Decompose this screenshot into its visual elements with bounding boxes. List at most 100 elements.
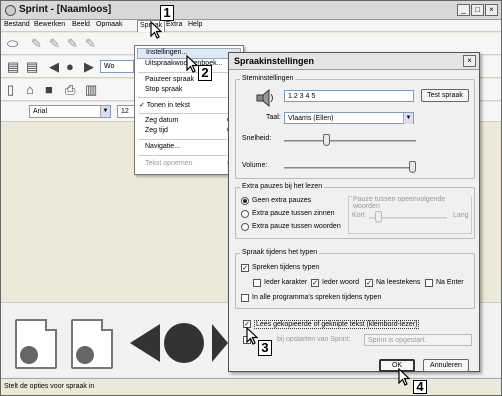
pause-group: Extra pauzes bij het lezen Geen extra pa… (235, 183, 475, 239)
step-marker-4: 4 (413, 380, 427, 394)
play-icon[interactable]: ● (66, 60, 74, 74)
menu-beeld[interactable]: Beeld (72, 21, 90, 28)
voice-settings-group: Steminstellingen 1 2 3 4 5 Test spraak T… (235, 75, 475, 179)
check-speak-typing[interactable]: ✓ (241, 264, 249, 272)
menu-opmaak[interactable]: Opmaak (96, 21, 122, 28)
check-each-letter-label: Ieder karakter (264, 279, 308, 286)
group-title: Extra pauzes bij het lezen (240, 183, 325, 190)
check-punctuation[interactable]: ✓ (365, 279, 373, 287)
test-text-field[interactable]: 1 2 3 4 5 (284, 90, 414, 102)
startup-label: bij opstarten van Sprint: (277, 336, 351, 343)
startup-message-value: Sprint is opgestart. (368, 337, 427, 344)
eraser-icon[interactable]: ⬭ (7, 37, 18, 51)
speed-slider-thumb[interactable] (323, 134, 331, 146)
new-doc-icon[interactable]: ▯ (7, 83, 14, 97)
checkmark-icon: ✓ (139, 102, 145, 109)
menu-item-zeg-tijd-label: Zeg tijd (145, 127, 168, 134)
pause-slider-thumb (375, 211, 383, 223)
language-select[interactable]: Vlaams (Ellen) ▼ (284, 112, 414, 124)
check-speak-typing-label: Spreken tijdens typen (252, 264, 320, 271)
menu-bewerken[interactable]: Bewerken (34, 21, 65, 28)
prev-icon[interactable]: ◀ (49, 60, 59, 74)
check-all-programs[interactable] (241, 294, 249, 302)
font-combo-value: Arial (33, 108, 48, 115)
pencil-icon[interactable]: ✎ (85, 37, 96, 51)
volume-slider-track[interactable] (284, 167, 416, 169)
chevron-down-icon[interactable]: ▼ (403, 113, 413, 124)
status-text: Stelt de opties voor spraak in (4, 383, 95, 390)
menu-help[interactable]: Help (188, 21, 202, 28)
menu-extra[interactable]: Extra (166, 21, 182, 28)
menu-item-pauzeer[interactable]: Pauzeer spraak (145, 76, 194, 83)
pencil-icon[interactable]: ✎ (67, 37, 78, 51)
check-punctuation-label: Na leestekens (376, 279, 421, 286)
speed-slider-track[interactable] (284, 140, 416, 142)
step-marker-1: 1 (160, 5, 174, 21)
menu-bestand[interactable]: Bestand (4, 21, 30, 28)
next-icon[interactable]: ▶ (84, 60, 94, 74)
radio-pause-words[interactable] (241, 223, 249, 231)
pause-between-label: Pauze tussen opeenvolgende woorden (352, 196, 471, 210)
menu-item-navigatie[interactable]: Navigatie... (145, 143, 180, 150)
next-icon[interactable] (212, 324, 228, 362)
dialog-title: Spraakinstellingen (229, 53, 479, 70)
print-icon[interactable]: ⎙ (65, 83, 75, 97)
pause-length-box: Pauze tussen opeenvolgende woorden Kort … (348, 196, 472, 234)
cancel-button[interactable]: Annuleren (423, 359, 469, 372)
volume-label: Volume: (242, 162, 268, 169)
menu-item-tekst-opnemen: Tekst opnemen C (145, 160, 232, 167)
test-speech-button[interactable]: Test spraak (421, 89, 469, 102)
radio-pause-words-label: Extra pauze tussen woorden (252, 223, 341, 230)
test-text-value: 1 2 3 4 5 (288, 93, 316, 100)
maximize-button[interactable]: □ (471, 4, 484, 16)
open-icon[interactable]: ⌂ (26, 83, 34, 97)
menu-separator (138, 113, 240, 114)
mouse-cursor-icon (246, 326, 260, 345)
menu-separator (138, 97, 240, 98)
check-each-word[interactable]: ✓ (311, 279, 319, 287)
prev-icon[interactable] (130, 324, 160, 362)
pause-long-label: Lang (453, 212, 469, 219)
voice-combo-value: Wo (104, 63, 115, 70)
save-icon[interactable]: ■ (45, 83, 53, 97)
check-each-letter[interactable] (253, 279, 261, 287)
play-icon[interactable] (164, 323, 204, 363)
menu-bar: Bestand Bewerken Beeld Opmaak Spraak Ext… (1, 20, 501, 32)
step-marker-2: 2 (198, 65, 212, 81)
language-label: Taal: (266, 114, 281, 121)
radio-no-pause[interactable] (241, 197, 249, 205)
font-size-value: 12 (121, 108, 129, 115)
typing-group: Spraak tijdens het typen ✓ Spreken tijde… (235, 249, 475, 309)
check-each-word-label: Ieder woord (322, 279, 359, 286)
menu-item-zeg-tijd[interactable]: Zeg tijd C (145, 127, 232, 134)
language-value: Vlaams (Ellen) (288, 115, 334, 122)
font-combo[interactable]: Arial ▼ (29, 105, 111, 118)
group-title: Steminstellingen (240, 75, 296, 82)
minimize-button[interactable]: _ (457, 4, 470, 16)
chevron-down-icon[interactable]: ▼ (100, 106, 110, 117)
speaker-doc-icon[interactable] (15, 319, 57, 369)
volume-slider-thumb[interactable] (409, 161, 417, 173)
check-enter[interactable] (425, 279, 433, 287)
paste-icon[interactable]: ▥ (85, 83, 97, 97)
voice-combo[interactable]: Wo (100, 60, 134, 73)
window-title: Sprint - [Naamloos] (19, 4, 112, 15)
menu-item-zeg-datum[interactable]: Zeg datum C (145, 117, 232, 124)
group-title: Spraak tijdens het typen (240, 249, 320, 256)
radio-pause-sentences[interactable] (241, 210, 249, 218)
speaker-doc-icon[interactable] (71, 319, 113, 369)
mouse-cursor-icon (186, 54, 200, 73)
pencil-icon[interactable]: ✎ (49, 37, 60, 51)
pencil-icon[interactable]: ✎ (31, 37, 42, 51)
mouse-cursor-icon (398, 367, 412, 386)
close-button[interactable]: × (485, 4, 498, 16)
pause-short-label: Kort (352, 212, 365, 219)
dialog-close-button[interactable]: × (463, 55, 476, 67)
menu-item-stop[interactable]: Stop spraak (145, 86, 182, 93)
speaker-doc-icon[interactable]: ▤ (7, 60, 19, 74)
title-bar: Sprint - [Naamloos] _ □ × (1, 1, 501, 20)
menu-item-tonen[interactable]: ✓ Tonen in tekst (139, 101, 190, 109)
speaker-doc-icon[interactable]: ▤ (26, 60, 38, 74)
menu-item-tonen-label: Tonen in tekst (146, 102, 190, 109)
startup-message-field: Sprint is opgestart. (364, 334, 472, 346)
